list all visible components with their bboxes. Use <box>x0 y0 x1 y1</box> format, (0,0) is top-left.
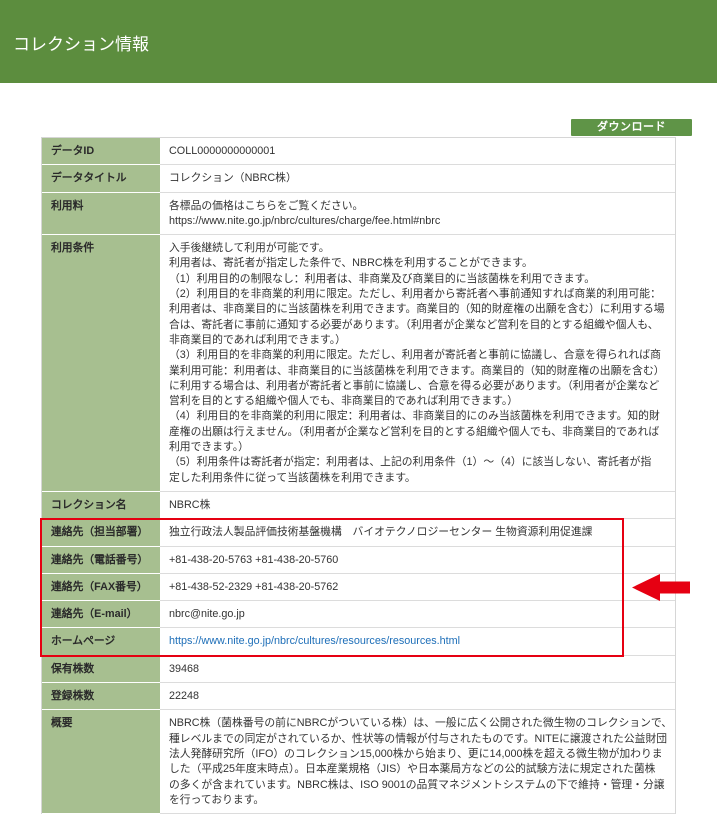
data-title-value: コレクション（NBRC株） <box>160 165 675 193</box>
data-title-label: データタイトル <box>51 172 127 185</box>
usage-fee-text-line: https://www.nite.go.jp/nbrc/cultures/cha… <box>169 214 441 227</box>
homepage-label-cell: ホームページ <box>42 628 160 656</box>
table-row-homepage: ホームページ https://www.nite.go.jp/nbrc/cultur… <box>42 628 675 656</box>
usage-conditions-text-line: （2）利用目的を非商業的利用に限定。ただし、利用者から寄託者へ事前通知すれば商業… <box>169 288 661 301</box>
overview-text-line: NBRC株（菌株番号の前にNBRCがついている株）は、一般に広く公開された微生物… <box>169 717 673 730</box>
contact-phone-label: 連絡先（電話番号） <box>51 553 149 566</box>
contact-email-value: nbrc@nite.go.jp <box>160 601 675 629</box>
table-row-registered-count: 登録株数 22248 <box>42 683 675 711</box>
usage-conditions-value: 入手後継続して利用が可能です。利用者は、寄託者が指定した条件で、NBRC株を利用… <box>160 235 675 492</box>
download-button[interactable]: ダウンロード <box>571 119 692 136</box>
table-row-data-id: データID COLL0000000000001 <box>42 138 675 166</box>
page-title: コレクション情報 <box>13 35 149 54</box>
strain-count-text-line: 39468 <box>169 662 200 675</box>
collection-name-label-cell: コレクション名 <box>42 491 160 520</box>
usage-conditions-text-line: 産権の出願は行えません。（利用者が企業など営利を目的とする組織や個人でも、非商業… <box>169 425 660 438</box>
data-id-value: COLL0000000000001 <box>160 138 675 166</box>
usage-conditions-text-line: 非商業目的であれば利用できます。） <box>169 333 346 346</box>
registered-count-value: 22248 <box>160 683 675 711</box>
overview-text-line: の多くが含まれています。NBRC株は、ISO 9001の品質マネジメントシステム… <box>169 778 665 791</box>
usage-fee-text-line: 各標品の価格はこちらをご覧ください。 <box>169 199 364 212</box>
usage-conditions-text-line: 業利用可能：利用者は、非商業目的に当該菌株を利用できます。商業目的（知的財産権の… <box>169 364 665 377</box>
usage-conditions-text-line: （1）利用目的の制限なし：利用者は、非商業及び商業目的に当該菌株を利用できます。 <box>169 272 595 285</box>
collection-name-value: NBRC株 <box>160 492 675 520</box>
registered-count-text-line: 22248 <box>169 690 200 703</box>
strain-count-value: 39468 <box>160 656 675 684</box>
page-header: コレクション情報 <box>0 0 717 83</box>
table-row-collection-name: コレクション名 NBRC株 <box>42 491 675 520</box>
table-row-contact-fax: 連絡先（FAX番号） +81-438-52-2329 +81-438-20-576… <box>42 573 675 602</box>
usage-conditions-text-line: 合は、寄託者に事前に通知する必要があります。（利用者が企業など営利を目的とする組… <box>169 318 659 331</box>
usage-conditions-text-line: 利用できます。） <box>169 441 249 454</box>
contact-fax-label-cell: 連絡先（FAX番号） <box>42 573 160 602</box>
contact-email-label-cell: 連絡先（E-mail） <box>42 601 160 629</box>
table-row-contact-department: 連絡先（担当部署） 独立行政法人製品評価技術基盤機構 バイオテクノロジーセンター … <box>42 519 675 547</box>
contact-fax-value: +81-438-52-2329 +81-438-20-5762 <box>160 574 675 602</box>
overview-text-line: 種レベルまでの同定がされているか、性状等の情報が付与されたものです。NITEに譲… <box>169 732 668 745</box>
data-title-text-line: コレクション（NBRC株） <box>169 172 297 185</box>
contact-fax-label: 連絡先（FAX番号） <box>51 580 148 593</box>
contact-phone-value: +81-438-20-5763 +81-438-20-5760 <box>160 547 675 574</box>
strain-count-label-cell: 保有株数 <box>42 655 160 684</box>
usage-fee-label-cell: 利用料 <box>42 192 160 236</box>
contact-email-text-line: nbrc@nite.go.jp <box>169 608 245 621</box>
usage-conditions-label-cell: 利用条件 <box>42 235 160 492</box>
contact-fax-text-line: +81-438-52-2329 +81-438-20-5762 <box>169 580 339 593</box>
usage-fee-label: 利用料 <box>51 199 84 212</box>
contact-department-label-cell: 連絡先（担当部署） <box>42 519 160 547</box>
usage-conditions-text-line: 利用者は、寄託者が指定した条件で、NBRC株を利用することができます。 <box>169 257 533 270</box>
usage-conditions-text-line: （5）利用条件は寄託者が指定：利用者は、上記の利用条件（1）～（4）に該当しない… <box>169 456 652 469</box>
contact-phone-text-line: +81-438-20-5763 +81-438-20-5760 <box>169 553 339 566</box>
registered-count-label: 登録株数 <box>51 690 95 703</box>
data-id-text-line: COLL0000000000001 <box>169 145 276 157</box>
usage-conditions-text-line: 入手後継続して利用が可能です。 <box>169 242 330 255</box>
table-row-usage-conditions: 利用条件 入手後継続して利用が可能です。利用者は、寄託者が指定した条件で、NBRC… <box>42 235 675 492</box>
collection-name-label: コレクション名 <box>51 498 127 511</box>
overview-label: 概要 <box>51 717 73 730</box>
usage-conditions-text-line: に利用する場合は、利用者が寄託者と事前に協議し、合意を得る必要があります。（利用… <box>169 379 660 392</box>
contact-department-text-line: 独立行政法人製品評価技術基盤機構 バイオテクノロジーセンター 生物資源利用促進課 <box>169 526 593 539</box>
table-row-overview: 概要 NBRC株（菌株番号の前にNBRCがついている株）は、一般に広く公開された微… <box>42 710 675 815</box>
registered-count-label-cell: 登録株数 <box>42 683 160 711</box>
collection-detail-table: データID COLL0000000000001 データタイトル コレクション（NBRC… <box>41 137 676 815</box>
contact-department-label: 連絡先（担当部署） <box>51 526 149 539</box>
data-title-label-cell: データタイトル <box>42 165 160 193</box>
usage-conditions-text-line: （4）利用目的を非商業的利用に限定：利用者は、非商業目的にのみ当該菌株を利用でき… <box>169 410 660 423</box>
contact-department-value: 独立行政法人製品評価技術基盤機構 バイオテクノロジーセンター 生物資源利用促進課 <box>160 519 675 547</box>
homepage-link[interactable]: https://www.nite.go.jp/nbrc/cultures/res… <box>169 634 671 649</box>
table-row-contact-phone: 連絡先（電話番号） +81-438-20-5763 +81-438-20-5760 <box>42 546 675 574</box>
table-row-strain-count: 保有株数 39468 <box>42 655 675 684</box>
contact-email-label: 連絡先（E-mail） <box>51 608 138 621</box>
table-row-usage-fee: 利用料 各標品の価格はこちらをご覧ください。 https://www.nite.go… <box>42 192 675 236</box>
usage-fee-value: 各標品の価格はこちらをご覧ください。 https://www.nite.go.jp… <box>160 193 675 236</box>
usage-conditions-text-line: 定した利用条件に従って当該菌株を利用できます。 <box>169 471 416 484</box>
data-id-label: データID <box>51 145 95 157</box>
table-row-contact-email: 連絡先（E-mail） nbrc@nite.go.jp <box>42 601 675 629</box>
contact-phone-label-cell: 連絡先（電話番号） <box>42 546 160 574</box>
table-row-data-title: データタイトル コレクション（NBRC株） <box>42 165 675 193</box>
usage-conditions-label: 利用条件 <box>51 242 95 255</box>
usage-conditions-text-line: （3）利用目的を非商業的利用に限定。ただし、利用者が寄託者と事前に協議し、合意を… <box>169 349 661 362</box>
overview-text-line: 法人発酵研究所（IFO）のコレクション15,000株から始まり、更に14,000… <box>169 747 663 760</box>
overview-value: NBRC株（菌株番号の前にNBRCがついている株）は、一般に広く公開された微生物… <box>160 710 675 815</box>
usage-conditions-text-line: 営利を目的とする組織や個人でも、非商業目的であれば利用できます。） <box>169 395 519 408</box>
overview-text-line: を行っております。 <box>169 793 265 806</box>
collection-name-text-line: NBRC株 <box>169 498 211 511</box>
strain-count-label: 保有株数 <box>51 662 95 675</box>
data-id-label-cell: データID <box>42 138 160 166</box>
usage-conditions-text-line: 利用者は、非商業目的に当該菌株を利用できます。商業目的（知的財産権の出願を含む）… <box>169 303 665 316</box>
overview-text-line: した（平成25年度末時点）。日本産業規格（JIS）や日本薬局方などの公的試験方法… <box>169 763 656 776</box>
overview-label-cell: 概要 <box>42 710 160 815</box>
homepage-label: ホームページ <box>51 635 116 648</box>
homepage-value: https://www.nite.go.jp/nbrc/cultures/res… <box>160 628 675 656</box>
